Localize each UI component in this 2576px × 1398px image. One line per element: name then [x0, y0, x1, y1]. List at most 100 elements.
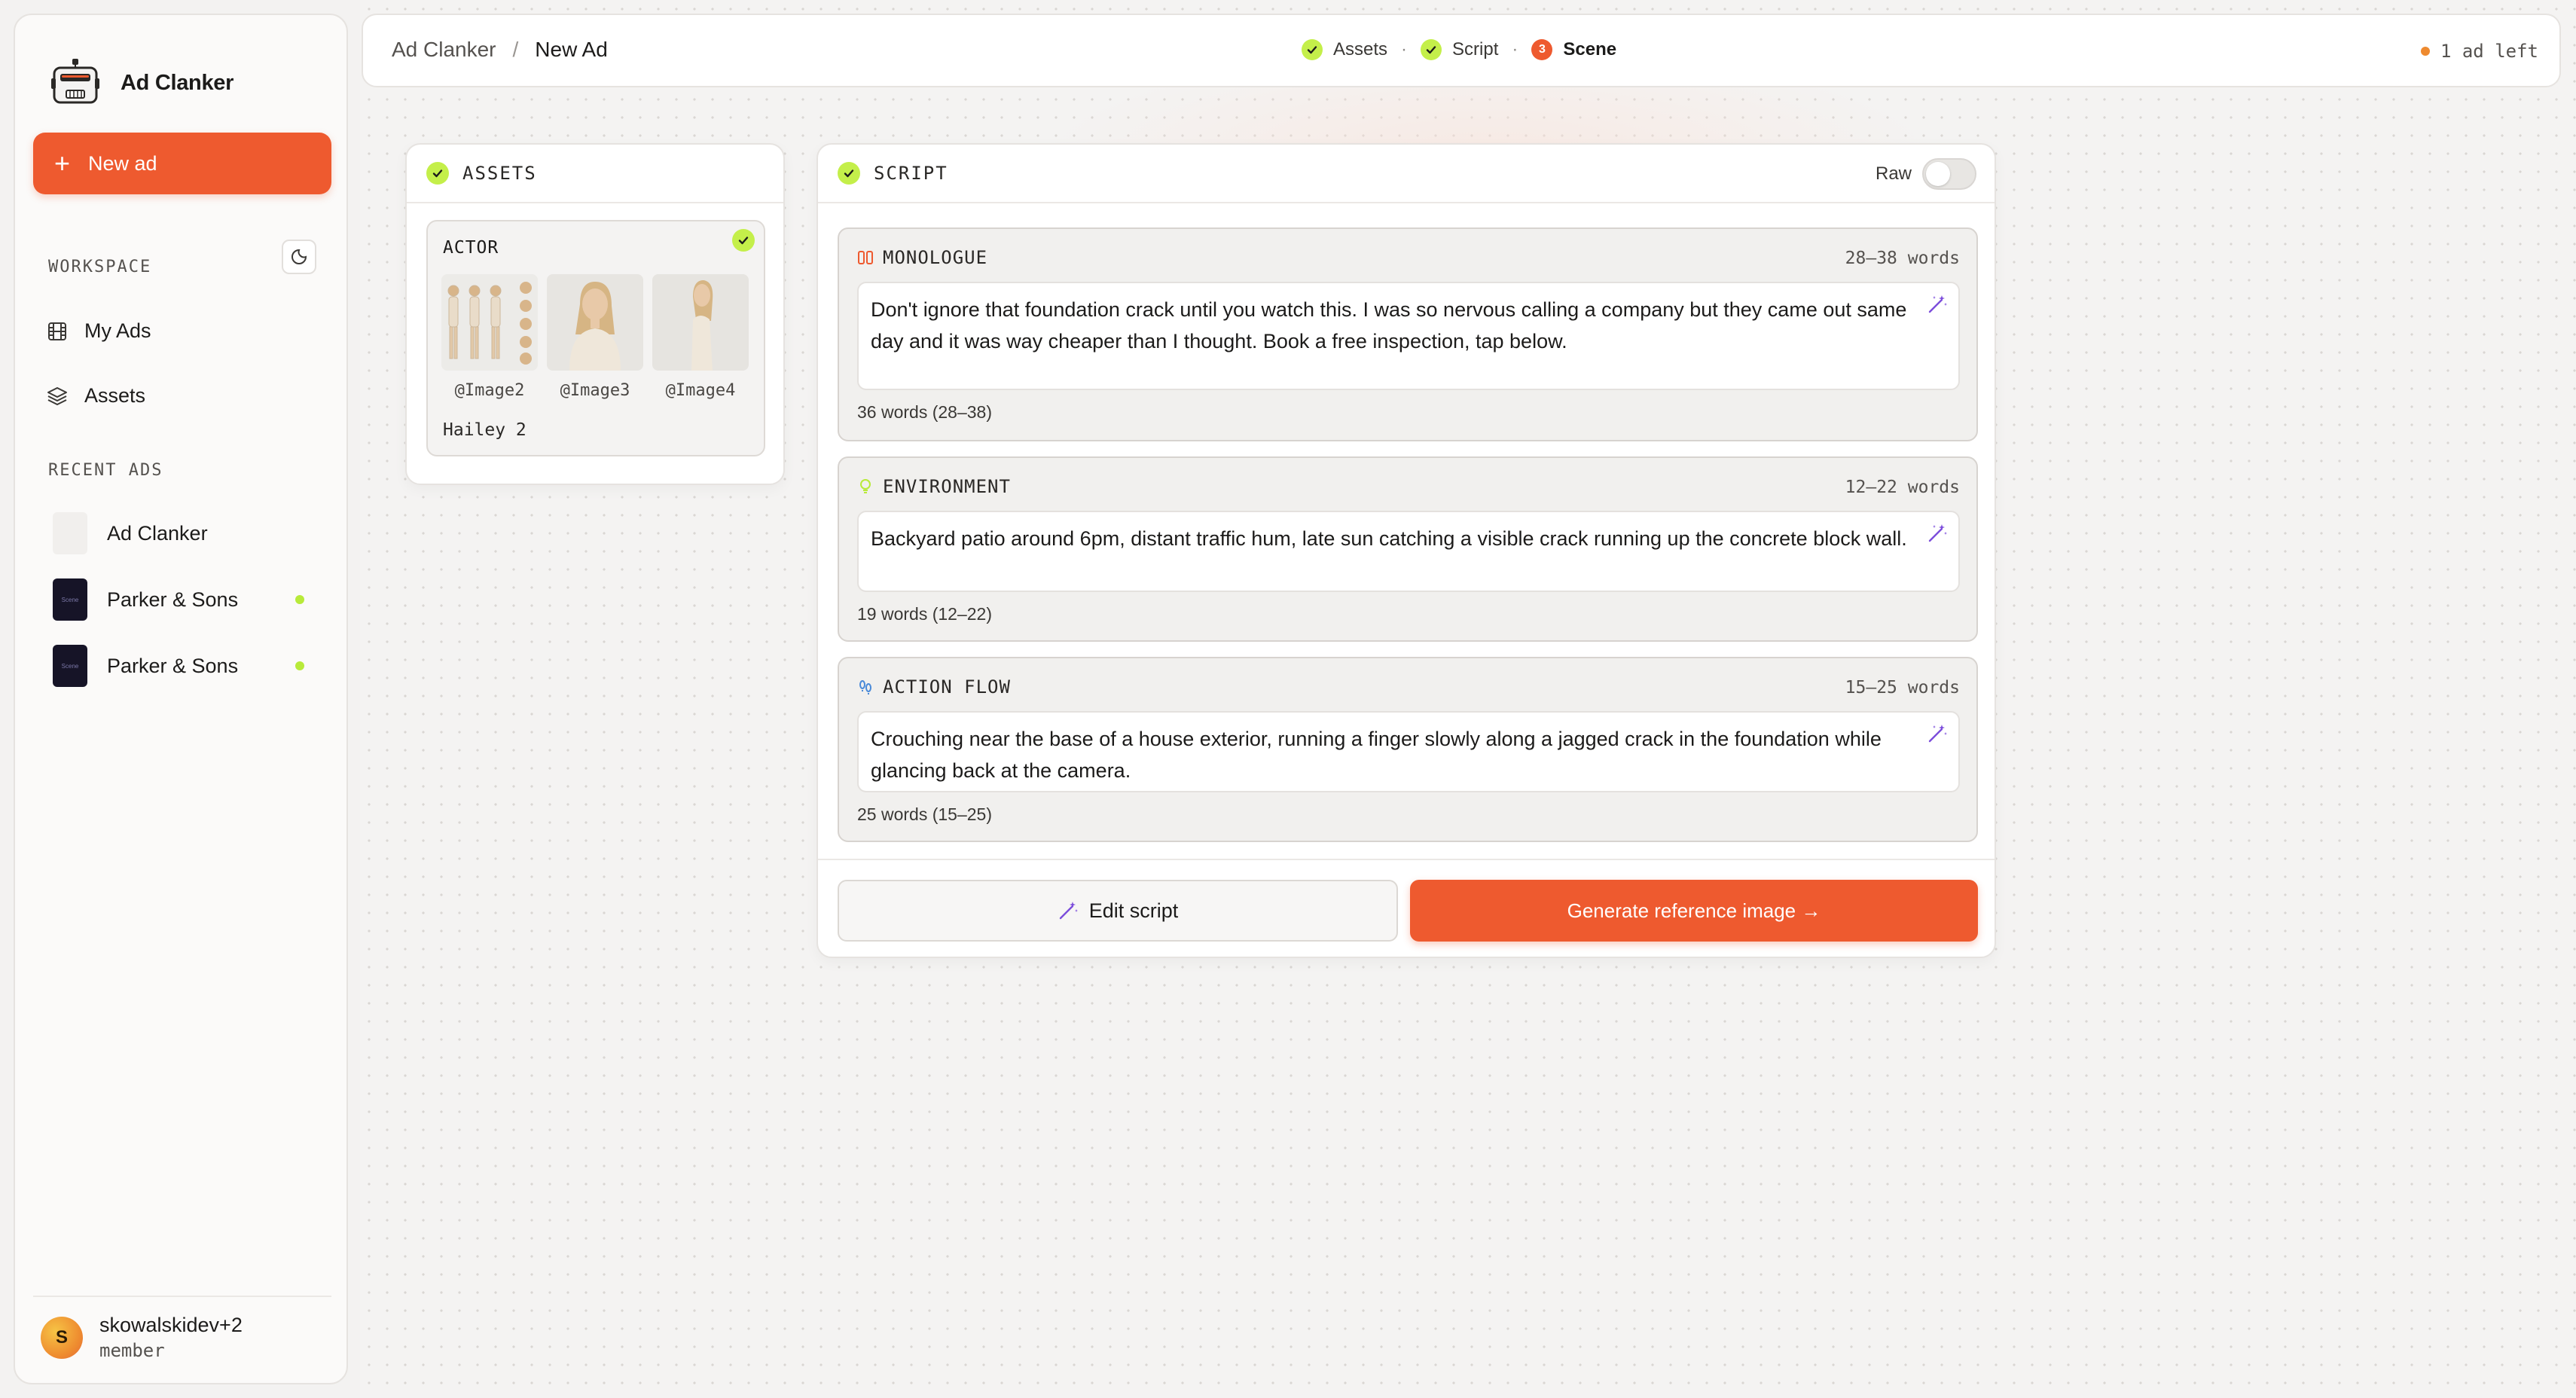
assets-node-title: ASSETS — [462, 163, 537, 184]
new-ad-label: New ad — [88, 151, 157, 175]
top-bar: Ad Clanker / New Ad Assets · Script · 3 — [362, 14, 2561, 87]
actor-card[interactable]: ACTOR @Image2 @Image3 @Image4 Hailey 2 — [426, 220, 765, 456]
actor-profile-image — [652, 274, 749, 371]
brand[interactable]: Ad Clanker — [50, 57, 233, 108]
magic-wand-icon[interactable] — [1927, 523, 1948, 544]
actor-turnaround-image — [441, 274, 538, 371]
breadcrumb: Ad Clanker / New Ad — [392, 38, 608, 62]
nav-label: Assets — [84, 384, 146, 407]
robot-logo-icon — [51, 59, 99, 104]
step-label: Script — [1452, 39, 1499, 60]
edit-script-button[interactable]: Edit script — [838, 880, 1398, 942]
breadcrumb-root[interactable]: Ad Clanker — [392, 38, 496, 62]
assets-node[interactable]: ASSETS ACTOR @Image2 @Image3 @Image4 Hai… — [405, 143, 785, 485]
actor-image-thumb[interactable]: @Image2 — [441, 274, 538, 400]
user-name: skowalskidev+2 — [99, 1314, 243, 1336]
footprints-icon — [859, 680, 871, 694]
assets-node-header: ASSETS — [407, 145, 783, 203]
section-word-range: 12–22 words — [1845, 478, 1960, 497]
canvas[interactable]: Ad Clanker / New Ad Assets · Script · 3 — [360, 0, 2576, 1398]
raw-toggle-group: Raw — [1876, 158, 1976, 190]
moon-icon — [291, 249, 307, 264]
recent-ad-label: Parker & Sons — [107, 654, 239, 677]
brand-name: Ad Clanker — [121, 70, 234, 95]
step-number-badge: 3 — [1531, 39, 1553, 60]
section-text: Don't ignore that foundation crack until… — [871, 298, 1907, 353]
section-header: ACTION FLOW — [857, 676, 1011, 697]
check-icon — [1421, 39, 1442, 60]
divider — [818, 859, 1995, 860]
action-flow-text-field[interactable]: Crouching near the base of a house exter… — [857, 711, 1960, 792]
check-icon — [426, 162, 449, 185]
step-scene[interactable]: 3 Scene — [1531, 39, 1616, 60]
recent-ad-item[interactable]: Scene Parker & Sons — [53, 578, 331, 621]
theme-toggle-button[interactable] — [282, 240, 316, 274]
sidebar: Ad Clanker + New ad WORKSPACE My Ads Ass… — [14, 14, 348, 1384]
monologue-text-field[interactable]: Don't ignore that foundation crack until… — [857, 282, 1960, 390]
progress-steps: Assets · Script · 3 Scene — [1302, 39, 1616, 60]
actor-images: @Image2 @Image3 @Image4 — [441, 274, 758, 400]
script-node[interactable]: SCRIPT Raw MONOLOGUE 28–38 words Don't i… — [816, 143, 1996, 958]
recent-ad-item[interactable]: Ad Clanker — [53, 512, 331, 554]
status-dot — [295, 595, 304, 604]
magic-wand-icon — [1059, 902, 1078, 920]
breadcrumb-separator: / — [512, 38, 519, 61]
nav-item-assets[interactable]: Assets — [47, 384, 145, 407]
step-separator: · — [1512, 39, 1518, 60]
raw-label: Raw — [1875, 163, 1912, 184]
recent-ad-label: Parker & Sons — [107, 588, 239, 611]
step-assets[interactable]: Assets — [1302, 39, 1387, 60]
section-word-range: 15–25 words — [1845, 678, 1960, 697]
step-label: Scene — [1563, 39, 1617, 60]
action-flow-section: ACTION FLOW 15–25 words Crouching near t… — [838, 657, 1978, 842]
image-tag: @Image4 — [665, 381, 736, 400]
check-icon — [838, 162, 860, 185]
check-icon — [732, 229, 755, 252]
section-word-range: 28–38 words — [1845, 249, 1960, 268]
recent-ad-item[interactable]: Scene Parker & Sons — [53, 645, 331, 687]
user-role: member — [99, 1340, 165, 1361]
film-icon — [48, 322, 66, 340]
new-ad-button[interactable]: + New ad — [33, 133, 331, 194]
image-tag: @Image3 — [560, 381, 630, 400]
recent-ads-label: RECENT ADS — [48, 461, 163, 480]
magic-wand-icon[interactable] — [1927, 294, 1948, 315]
status-dot — [295, 661, 304, 670]
step-label: Assets — [1333, 39, 1388, 60]
step-separator: · — [1401, 39, 1408, 60]
layers-icon — [47, 386, 67, 405]
section-header: ENVIRONMENT — [857, 476, 1011, 497]
actor-name: Hailey 2 — [443, 420, 526, 440]
nav-item-my-ads[interactable]: My Ads — [47, 319, 151, 343]
section-title: MONOLOGUE — [883, 247, 988, 268]
section-header: MONOLOGUE — [857, 247, 987, 268]
section-text: Backyard patio around 6pm, distant traff… — [871, 527, 1907, 550]
actor-image-thumb[interactable]: @Image3 — [547, 274, 643, 400]
step-script[interactable]: Script — [1421, 39, 1498, 60]
status-dot — [2420, 47, 2430, 56]
environment-text-field[interactable]: Backyard patio around 6pm, distant traff… — [857, 511, 1960, 592]
section-word-count: 19 words (12–22) — [857, 604, 992, 624]
edit-script-label: Edit script — [1088, 899, 1179, 922]
section-title: ACTION FLOW — [883, 676, 1011, 697]
actor-portrait-image — [547, 274, 643, 371]
ads-left-text: 1 ad left — [2440, 41, 2538, 62]
generate-reference-image-button[interactable]: Generate reference image → — [1410, 880, 1978, 942]
magic-wand-icon[interactable] — [1927, 723, 1948, 744]
breadcrumb-current: New Ad — [535, 38, 608, 61]
section-text: Crouching near the base of a house exter… — [871, 728, 1882, 782]
workspace-label: WORKSPACE — [48, 258, 152, 276]
section-word-count: 25 words (15–25) — [857, 804, 992, 824]
actor-image-thumb[interactable]: @Image4 — [652, 274, 749, 400]
recent-ad-thumbnail — [53, 512, 87, 554]
section-word-count: 36 words (28–38) — [857, 402, 992, 422]
user-profile[interactable]: S skowalskidev+2 member — [33, 1296, 331, 1361]
plus-icon: + — [54, 148, 71, 179]
nav-label: My Ads — [84, 319, 151, 342]
recent-ad-thumbnail: Scene — [53, 578, 87, 621]
avatar: S — [41, 1316, 83, 1359]
raw-toggle[interactable] — [1922, 158, 1976, 190]
script-node-header: SCRIPT — [818, 145, 1995, 203]
ads-left-indicator: 1 ad left — [2420, 41, 2538, 62]
monologue-section: MONOLOGUE 28–38 words Don't ignore that … — [838, 227, 1978, 441]
